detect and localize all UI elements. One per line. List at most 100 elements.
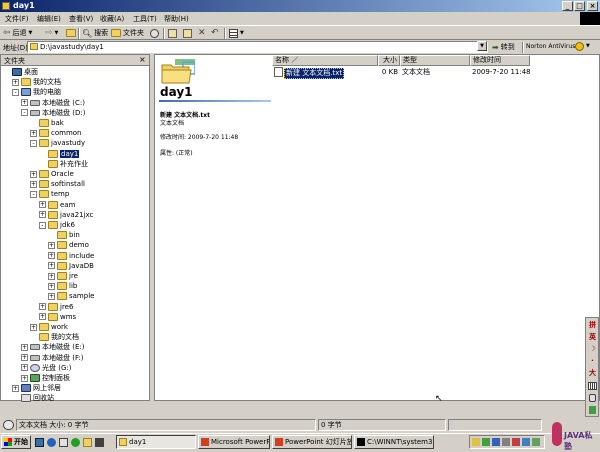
expand-icon[interactable]: + <box>30 170 37 178</box>
collapse-icon[interactable]: - <box>12 88 19 96</box>
tree-item[interactable]: bin <box>48 230 80 240</box>
outlook-icon[interactable] <box>59 438 68 447</box>
address-input[interactable]: D:\javastudy\day1 <box>27 41 488 53</box>
undo-button[interactable]: ↶ <box>211 27 219 39</box>
expand-icon[interactable]: + <box>30 180 37 188</box>
tree-item[interactable]: 补充作业 <box>39 159 88 169</box>
tree-item[interactable]: + 控制面板 <box>21 373 70 383</box>
tree-item[interactable]: 回收站 <box>12 393 54 403</box>
expand-icon[interactable]: + <box>39 303 46 311</box>
tree-item[interactable]: + jre <box>48 271 78 281</box>
ime-fullwidth-icon[interactable]: 大 <box>587 368 598 379</box>
move-to-button[interactable] <box>168 27 177 39</box>
tree-item[interactable]: + lib <box>48 281 77 291</box>
expand-icon[interactable]: + <box>30 323 37 331</box>
column-header-name[interactable]: 名称 ／ <box>272 55 378 66</box>
collapse-icon[interactable]: - <box>30 190 37 198</box>
tree-item[interactable]: + common <box>30 128 82 138</box>
menu-view[interactable]: 查看(V) <box>69 14 93 24</box>
forward-button[interactable]: ⇨ ▼ <box>45 27 58 39</box>
tree-item[interactable]: + Oracle <box>30 169 74 179</box>
tray-network-icon[interactable] <box>492 438 500 446</box>
tray-qq-icon[interactable] <box>482 438 490 446</box>
copy-to-button[interactable] <box>183 27 192 39</box>
column-header-modified[interactable]: 修改时间 <box>470 55 530 66</box>
tray-volume-icon[interactable] <box>502 438 510 446</box>
go-button[interactable]: ➡ 转到 <box>492 41 515 53</box>
tree-item[interactable]: + jre6 <box>39 302 73 312</box>
expand-icon[interactable]: + <box>12 78 19 86</box>
qq-icon[interactable] <box>71 438 80 447</box>
expand-icon[interactable]: + <box>39 201 46 209</box>
menu-tools[interactable]: 工具(T) <box>133 14 157 24</box>
tree-item[interactable]: + sample <box>48 291 94 301</box>
task-cmd[interactable]: C:\WINNT\system3... <box>354 435 434 449</box>
tree-item[interactable]: + eam <box>39 200 75 210</box>
tree-item[interactable]: + 我的文档 <box>12 77 61 87</box>
file-name-cell[interactable]: 新建 文本文档.txt <box>284 68 345 79</box>
expand-icon[interactable]: + <box>48 282 55 290</box>
back-button[interactable]: ⇦ 后退 ▼ <box>3 27 32 39</box>
norton-shield-icon[interactable] <box>575 42 584 51</box>
tree-item[interactable]: + 网上邻居 <box>12 383 61 393</box>
views-button[interactable]: ▼ <box>229 27 244 39</box>
history-button[interactable] <box>150 27 159 39</box>
expand-icon[interactable]: + <box>48 272 55 280</box>
tree-item[interactable]: 桌面 <box>3 67 38 77</box>
tray-ime-icon[interactable] <box>522 438 530 446</box>
tree-item[interactable]: - 我的电脑 <box>12 87 61 97</box>
explorer-quick-icon[interactable] <box>83 438 92 447</box>
tree-item[interactable]: + wms <box>39 312 76 322</box>
address-dropdown-button[interactable]: ▼ <box>477 41 487 51</box>
close-icon[interactable]: × <box>139 55 146 64</box>
tree-item[interactable]: + java21jxc <box>39 210 93 220</box>
ime-help-icon[interactable] <box>589 394 596 402</box>
tree-item[interactable]: day1 <box>39 149 80 159</box>
tree-item[interactable]: + softinstall <box>30 179 85 189</box>
ime-keyboard-icon[interactable] <box>588 382 597 390</box>
collapse-icon[interactable]: - <box>39 221 46 229</box>
expand-icon[interactable]: + <box>48 252 55 260</box>
tree-item[interactable]: 我的文档 <box>30 332 79 342</box>
task-slideshow[interactable]: PowerPoint 幻灯片放... <box>272 435 352 449</box>
chevron-down-icon[interactable]: ▼ <box>586 43 590 49</box>
tree-item[interactable]: + 光盘 (G:) <box>21 363 71 373</box>
menu-help[interactable]: 帮助(H) <box>164 14 189 24</box>
menu-favorites[interactable]: 收藏(A) <box>100 14 124 24</box>
expand-icon[interactable]: + <box>30 129 37 137</box>
column-header-type[interactable]: 类型 <box>400 55 470 66</box>
norton-antivirus-label[interactable]: Norton AntiVirus <box>526 43 575 50</box>
tray-antivirus-icon[interactable] <box>512 438 520 446</box>
expand-icon[interactable]: + <box>12 384 19 392</box>
expand-icon[interactable]: + <box>21 354 28 362</box>
tree-item[interactable]: + include <box>48 251 94 261</box>
ime-moon-icon[interactable]: ☽ <box>587 344 598 355</box>
ime-settings-icon[interactable] <box>589 406 596 414</box>
maximize-button[interactable]: □ <box>574 1 585 11</box>
show-desktop-icon[interactable] <box>35 438 44 447</box>
tree-item[interactable]: + 本地磁盘 (C:) <box>21 98 85 108</box>
cmd-quick-icon[interactable] <box>95 438 104 447</box>
menu-file[interactable]: 文件(F) <box>5 14 29 24</box>
expand-icon[interactable]: + <box>21 343 28 351</box>
collapse-icon[interactable]: - <box>21 109 28 117</box>
tree-item[interactable]: + 本地磁盘 (E:) <box>21 342 84 352</box>
tree-item[interactable]: - temp <box>30 189 69 199</box>
task-day1[interactable]: day1 <box>116 435 196 449</box>
tree-item[interactable]: - jdk6 <box>39 220 75 230</box>
tree-item[interactable]: bak <box>30 118 64 128</box>
tray-display-icon[interactable] <box>532 438 540 446</box>
ime-punct-icon[interactable]: · <box>587 356 598 367</box>
expand-icon[interactable]: + <box>48 292 55 300</box>
start-button[interactable]: 开始 <box>1 435 31 449</box>
expand-icon[interactable]: + <box>21 99 28 107</box>
tree-item[interactable]: + demo <box>48 240 89 250</box>
close-button[interactable]: × <box>587 1 598 11</box>
expand-icon[interactable]: + <box>21 374 28 382</box>
column-header-size[interactable]: 大小 <box>378 55 400 66</box>
collapse-icon[interactable]: - <box>30 139 37 147</box>
minimize-button[interactable]: _ <box>562 1 573 11</box>
up-button[interactable] <box>66 27 76 39</box>
menu-edit[interactable]: 编辑(E) <box>37 14 61 24</box>
ime-pinyin-icon[interactable]: 拼 <box>587 320 598 331</box>
